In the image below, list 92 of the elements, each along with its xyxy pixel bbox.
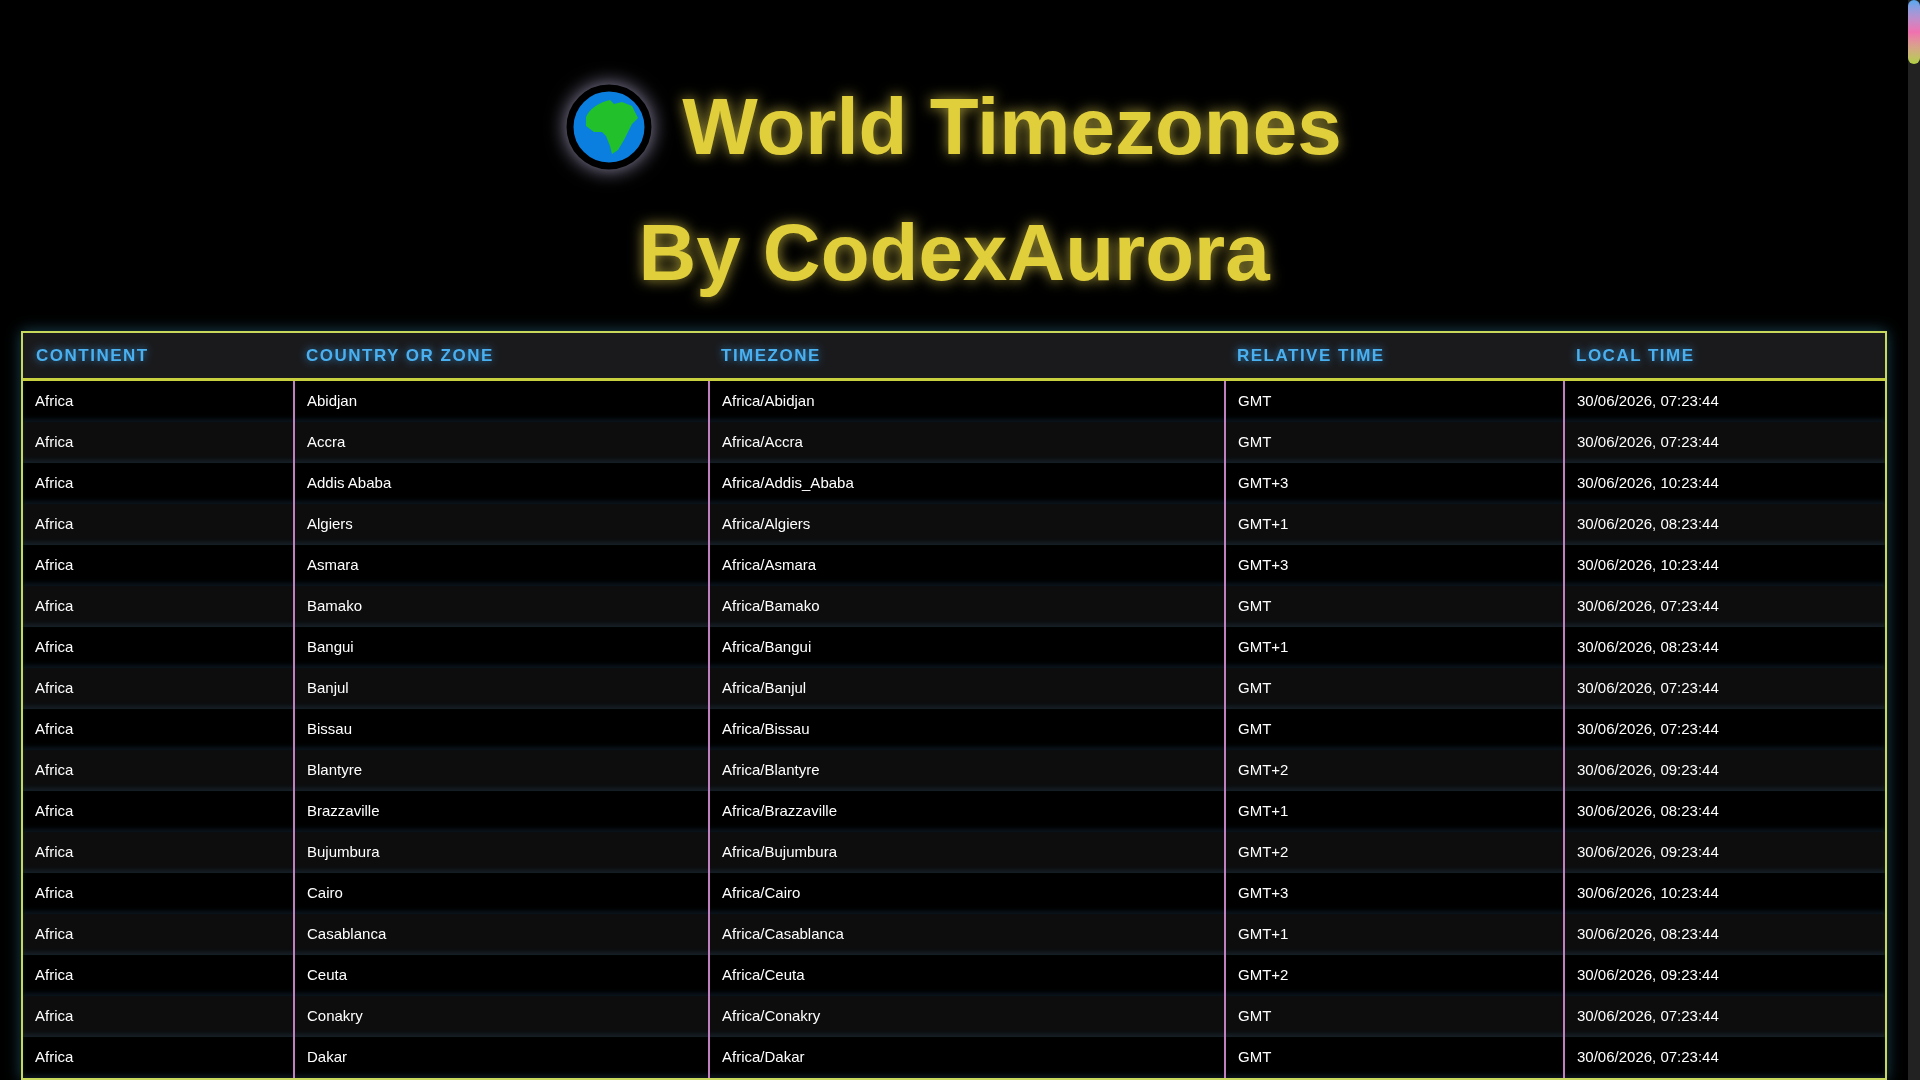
table-cell-text: GMT+2 [1238,842,1289,863]
table-cell-text: Africa [35,514,74,535]
table-cell-text: Africa/Brazzaville [722,801,838,822]
table-cell-text: Africa/Accra [722,432,803,453]
table-cell-text: Bamako [307,596,363,617]
table-cell-text: GMT+3 [1238,473,1289,494]
table-cell-text: 30/06/2026, 07:23:44 [1577,719,1719,740]
table-cell-text: GMT [1238,596,1272,617]
table-cell-text: 30/06/2026, 10:23:44 [1577,883,1719,904]
table-cell-text: Addis Ababa [307,473,392,494]
table-cell-text: Africa/Cairo [722,883,801,904]
column-header: COUNTRY OR ZONE [305,344,495,367]
table-cell-text: Cairo [307,883,343,904]
table-cell-text: GMT+1 [1238,637,1289,658]
table-cell-text: Africa/Blantyre [722,760,820,781]
table-cell-text: Africa [35,801,74,822]
table-cell-text: GMT+2 [1238,760,1289,781]
table-cell-text: 30/06/2026, 10:23:44 [1577,473,1719,494]
table-cell-text: Ceuta [307,965,348,986]
table-cell-text: Africa [35,1047,74,1068]
table-cell-text: Asmara [307,555,359,576]
table-cell-text: Algiers [307,514,353,535]
table-cell-text: Bissau [307,719,353,740]
table-cell-text: GMT+1 [1238,801,1289,822]
table-cell-text: Accra [307,432,346,453]
table-cell-text: Blantyre [307,760,363,781]
table-cell-text: Africa [35,760,74,781]
table-cell-text: 30/06/2026, 09:23:44 [1577,760,1719,781]
table-cell-text: 30/06/2026, 08:23:44 [1577,514,1719,535]
table-cell-text: Bangui [307,637,354,658]
table-cell-text: Africa [35,924,74,945]
table-cell-text: Brazzaville [307,801,380,822]
table-cell-text: Casablanca [307,924,387,945]
table-cell-text: Africa/Bangui [722,637,812,658]
table-cell-text: Africa [35,637,74,658]
table-cell-text: Abidjan [307,391,358,412]
table-cell-text: GMT [1238,1047,1272,1068]
table-cell-text: Africa/Casablanca [722,924,844,945]
table-cell-text: Dakar [307,1047,347,1068]
table-cell-text: Africa/Bissau [722,719,810,740]
table-cell-text: Africa [35,678,74,699]
table-cell-text: 30/06/2026, 09:23:44 [1577,965,1719,986]
table-cell-text: 30/06/2026, 07:23:44 [1577,1047,1719,1068]
table-cell-text: Africa/Banjul [722,678,807,699]
table-cell-text: Africa/Bujumbura [722,842,838,863]
table-cell-text: Africa [35,719,74,740]
column-header: LOCAL TIME [1575,344,1696,367]
table-cell-text: Africa [35,883,74,904]
table-cell-text: Banjul [307,678,349,699]
table-cell-text: Africa [35,842,74,863]
table-cell-text: GMT [1238,391,1272,412]
table-cell-text: 30/06/2026, 08:23:44 [1577,637,1719,658]
table-cell-text: 30/06/2026, 10:23:44 [1577,555,1719,576]
table-cell-text: 30/06/2026, 07:23:44 [1577,678,1719,699]
table-cell-text: Africa/Bamako [722,596,820,617]
column-header: RELATIVE TIME [1236,344,1386,367]
column-header: TIMEZONE [720,344,822,367]
table-cell-text: 30/06/2026, 08:23:44 [1577,924,1719,945]
table-cell-text: Africa/Asmara [722,555,817,576]
table-cell-text: 30/06/2026, 07:23:44 [1577,391,1719,412]
table-cell-text: Africa [35,596,74,617]
table-cell-text: 30/06/2026, 07:23:44 [1577,1006,1719,1027]
table-cell-text: GMT [1238,1006,1272,1027]
table-cell-text: Conakry [307,1006,363,1027]
table-cell-text: GMT+3 [1238,883,1289,904]
page-title: World Timezones [682,86,1342,167]
table-cell-text: GMT [1238,678,1272,699]
table-cell-text: 30/06/2026, 07:23:44 [1577,432,1719,453]
column-header: CONTINENT [35,344,150,367]
table-cell-text: Bujumbura [307,842,380,863]
table-cell-text: Africa/Dakar [722,1047,805,1068]
table-cell-text: 30/06/2026, 07:23:44 [1577,596,1719,617]
table-cell-text: Africa [35,965,74,986]
table-cell-text: Africa/Algiers [722,514,811,535]
table-cell-text: Africa [35,1006,74,1027]
table-cell-text: Africa/Conakry [722,1006,821,1027]
table-cell-text: Africa/Addis_Ababa [722,473,854,494]
table-cell-text: GMT+1 [1238,924,1289,945]
table-cell-text: Africa [35,391,74,412]
table-cell-text: GMT+1 [1238,514,1289,535]
table-cell-text: GMT+2 [1238,965,1289,986]
table-cell-text: Africa/Abidjan [722,391,815,412]
table-cell-text: 30/06/2026, 08:23:44 [1577,801,1719,822]
table-cell-text: GMT+3 [1238,555,1289,576]
table-cell-text: Africa [35,555,74,576]
table-cell-text: Africa/Ceuta [722,965,805,986]
table-cell-text: GMT [1238,432,1272,453]
scrollbar-thumb[interactable] [1908,0,1920,64]
table-cell-text: 30/06/2026, 09:23:44 [1577,842,1719,863]
table-cell-text: Africa [35,432,74,453]
table-cell-text: GMT [1238,719,1272,740]
table-cell-text: Africa [35,473,74,494]
